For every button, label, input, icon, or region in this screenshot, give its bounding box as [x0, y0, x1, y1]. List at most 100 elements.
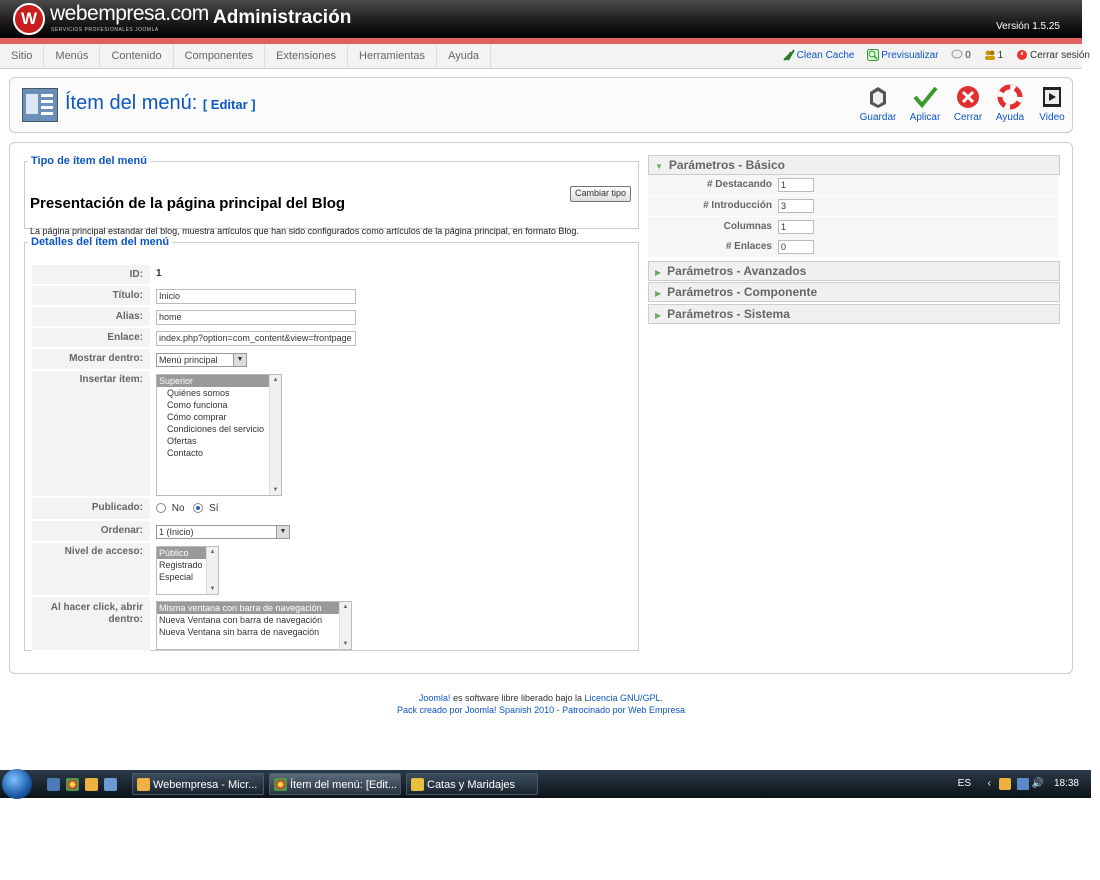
menu-contenido[interactable]: Contenido — [100, 44, 174, 68]
params-component-header[interactable]: ▶ Parámetros - Componente — [648, 282, 1060, 302]
scrollbar[interactable]: ▲ ▼ — [269, 375, 281, 495]
list-item[interactable]: Público — [157, 547, 206, 559]
param-featured-row: # Destacando 1 — [648, 175, 1058, 195]
params-advanced-header[interactable]: ▶ Parámetros - Avanzados — [648, 261, 1060, 281]
show-in-row: Mostrar dentro: Menú principal ▼ — [32, 349, 631, 370]
list-item[interactable]: Como funciona — [157, 399, 281, 411]
logout-link[interactable]: Cerrar sesión — [1016, 50, 1090, 61]
list-item[interactable]: Contacto — [157, 447, 281, 459]
id-value: 1 — [156, 268, 162, 279]
columns-input[interactable]: 1 — [778, 220, 814, 234]
show-desktop-icon[interactable] — [47, 778, 60, 791]
broom-icon — [782, 49, 795, 62]
order-select[interactable]: 1 (Inicio) ▼ — [156, 525, 290, 539]
intro-input[interactable]: 3 — [778, 199, 814, 213]
apply-button[interactable]: Aplicar — [903, 84, 947, 123]
logout-icon — [1016, 50, 1027, 61]
featured-input[interactable]: 1 — [778, 178, 814, 192]
chevron-down-icon: ▼ — [233, 354, 246, 366]
volume-icon[interactable]: 🔊 — [1032, 770, 1044, 798]
save-button[interactable]: Guardar — [856, 84, 900, 123]
users-icon — [984, 50, 995, 61]
list-item[interactable]: Nueva Ventana con barra de navegación — [157, 614, 351, 626]
menu-menus[interactable]: Menús — [44, 44, 101, 68]
open-in-listbox[interactable]: Misma ventana con barra de navegación Nu… — [156, 601, 352, 650]
preview-link[interactable]: Previsualizar — [867, 49, 941, 62]
params-system-header[interactable]: ▶ Parámetros - Sistema — [648, 304, 1060, 324]
collapsed-triangle-icon: ▶ — [655, 289, 662, 298]
scrollbar[interactable]: ▲ ▼ — [206, 547, 218, 594]
network-icon[interactable] — [1017, 778, 1029, 790]
main-content: Tipo de ítem del menú Cambiar tipo Prese… — [9, 142, 1073, 674]
change-type-button[interactable]: Cambiar tipo — [570, 186, 632, 202]
collapsed-triangle-icon: ▶ — [655, 268, 662, 277]
access-level-listbox[interactable]: Público Registrado Especial ▲ ▼ — [156, 546, 219, 595]
params-basic-header[interactable]: ▼ Parámetros - Básico — [648, 155, 1060, 175]
menu-extensiones[interactable]: Extensiones — [265, 44, 349, 68]
menu-item-page-icon — [22, 88, 58, 122]
link-label: Enlace: — [32, 328, 150, 348]
access-label: Nivel de acceso: — [32, 543, 150, 596]
page-subtitle: [ Editar ] — [202, 97, 256, 112]
alias-label: Alias: — [32, 307, 150, 327]
list-item[interactable]: Condiciones del servicio — [157, 423, 281, 435]
close-button[interactable]: Cerrar — [946, 84, 990, 123]
menu-ayuda[interactable]: Ayuda — [437, 44, 492, 68]
version-label: Versión 1.5.25 — [996, 21, 1060, 32]
license-link[interactable]: Licencia GNU/GPL — [585, 693, 661, 703]
scrollbar[interactable]: ▲ ▼ — [339, 602, 351, 649]
tray-expand-icon[interactable]: ‹ — [988, 770, 991, 798]
insert-item-label: Insertar ítem: — [32, 371, 150, 497]
credits-link[interactable]: Pack creado por Joomla! Spanish 2010 - P… — [0, 704, 1082, 716]
window-switcher-icon[interactable] — [104, 778, 117, 791]
list-item[interactable]: Quiénes somos — [157, 387, 281, 399]
online-users-count[interactable]: 1 — [984, 50, 1006, 61]
close-icon — [957, 86, 979, 108]
clean-cache-link[interactable]: Clean Cache — [782, 49, 858, 62]
links-input[interactable]: 0 — [778, 240, 814, 254]
task-catas[interactable]: Catas y Maridajes — [406, 773, 538, 795]
start-button-icon[interactable] — [2, 769, 32, 799]
collapsed-triangle-icon: ▶ — [655, 311, 662, 320]
windows-taskbar: Webempresa - Micr... Ítem del menú: [Edi… — [0, 769, 1091, 799]
id-row: ID: 1 — [32, 265, 631, 285]
featured-label: # Destacando — [706, 179, 772, 190]
help-button[interactable]: Ayuda — [988, 84, 1032, 123]
menu-sitio[interactable]: Sitio — [0, 44, 45, 68]
clock[interactable]: 18:38 — [1054, 770, 1079, 798]
logo-subtitle: SERVICIOS PROFESIONALES JOOMLA — [51, 27, 159, 33]
messenger-icon[interactable] — [85, 778, 98, 791]
param-links-row: # Enlaces 0 — [648, 237, 1058, 257]
title-label: Título: — [32, 286, 150, 306]
order-label: Ordenar: — [32, 521, 150, 542]
insert-item-listbox[interactable]: Superior Quiénes somos Como funciona Cóm… — [156, 374, 282, 496]
links-label: # Enlaces — [725, 241, 772, 252]
published-yes-radio[interactable] — [193, 503, 204, 514]
lifebuoy-icon — [997, 84, 1023, 110]
menu-componentes[interactable]: Componentes — [174, 44, 266, 68]
checkmark-icon — [913, 86, 938, 109]
title-input[interactable]: Inicio — [156, 289, 356, 304]
task-webempresa[interactable]: Webempresa - Micr... — [132, 773, 264, 795]
task-menu-item[interactable]: Ítem del menú: [Edit... — [269, 773, 401, 795]
menu-herramientas[interactable]: Herramientas — [348, 44, 438, 68]
title-row: Título: Inicio — [32, 286, 631, 306]
list-item[interactable]: Misma ventana con barra de navegación — [157, 602, 339, 614]
list-item[interactable]: Ofertas — [157, 435, 281, 447]
logo-text: webempresa.com — [50, 2, 209, 25]
video-button[interactable]: Video — [1030, 84, 1074, 123]
messenger-icon[interactable] — [999, 778, 1011, 790]
chevron-down-icon: ▼ — [276, 526, 289, 538]
joomla-link[interactable]: Joomla! — [419, 693, 451, 703]
list-item[interactable]: Superior — [157, 375, 269, 387]
messages-count[interactable]: 0 — [951, 49, 973, 61]
list-item[interactable]: Cómo comprar — [157, 411, 281, 423]
show-in-select[interactable]: Menú principal ▼ — [156, 353, 247, 367]
list-item[interactable]: Nueva Ventana sin barra de navegación — [157, 626, 351, 638]
chrome-icon[interactable] — [66, 778, 79, 791]
alias-input[interactable]: home — [156, 310, 356, 325]
link-input[interactable]: index.php?option=com_content&view=frontp… — [156, 331, 356, 346]
published-no-radio[interactable] — [156, 503, 166, 514]
show-in-label: Mostrar dentro: — [32, 349, 150, 370]
language-indicator[interactable]: ES — [958, 770, 971, 798]
